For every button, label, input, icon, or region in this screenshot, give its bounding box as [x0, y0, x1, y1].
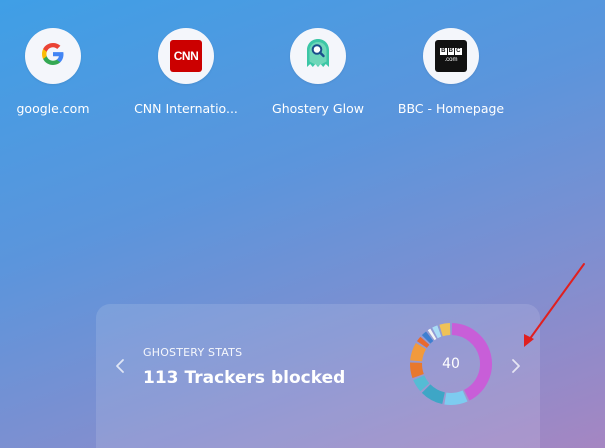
- shortcut-tiles: google.com CNN CNN Internatio... Ghoster…: [0, 28, 605, 128]
- cnn-icon: CNN: [170, 40, 202, 72]
- shortcut-google-badge[interactable]: [25, 28, 81, 84]
- shortcut-label: Ghostery Glow: [272, 101, 364, 116]
- shortcut-bbc-badge[interactable]: B B C .com: [423, 28, 479, 84]
- shortcut-ghostery-glow-badge[interactable]: [290, 28, 346, 84]
- shortcut-google[interactable]: google.com: [0, 28, 115, 128]
- trackers-label: Trackers blocked: [184, 368, 346, 388]
- bbc-logo-suffix: .com: [444, 57, 458, 63]
- shortcut-bbc[interactable]: B B C .com BBC - Homepage: [389, 28, 513, 128]
- shortcut-label: BBC - Homepage: [397, 101, 505, 116]
- cnn-logo-text: CNN: [173, 49, 199, 63]
- bbc-logo-letter: B: [447, 48, 454, 55]
- trackers-count: 113: [143, 368, 179, 388]
- shortcut-ghostery-glow[interactable]: Ghostery Glow: [256, 28, 380, 128]
- bbc-logo-letter: B: [440, 48, 447, 55]
- tracker-donut[interactable]: 40: [408, 321, 494, 407]
- chevron-left-icon[interactable]: [110, 356, 130, 376]
- shortcut-label: CNN Internatio...: [134, 101, 238, 116]
- ghostery-glow-icon: [304, 37, 332, 75]
- bbc-icon: B B C .com: [435, 40, 467, 72]
- chevron-right-icon[interactable]: [506, 356, 526, 376]
- shortcut-cnn[interactable]: CNN CNN Internatio...: [124, 28, 248, 128]
- shortcut-label: google.com: [16, 101, 90, 116]
- ghostery-stats-card: GHOSTERY STATS 113 Trackers blocked 40: [96, 304, 540, 448]
- bbc-logo-letter: C: [455, 48, 462, 55]
- bbc-logo-blocks: B B C: [440, 48, 462, 55]
- google-icon: [39, 40, 67, 72]
- stats-headline: 113 Trackers blocked: [143, 368, 345, 388]
- donut-center-value: 40: [442, 356, 460, 372]
- shortcut-cnn-badge[interactable]: CNN: [158, 28, 214, 84]
- stats-eyebrow: GHOSTERY STATS: [143, 346, 243, 359]
